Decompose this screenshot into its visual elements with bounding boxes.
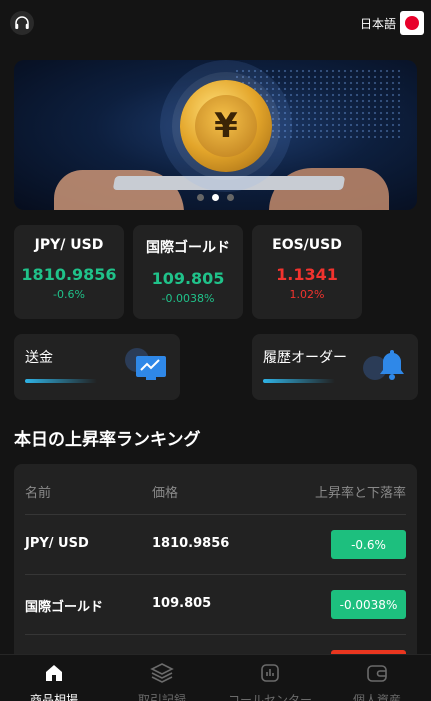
language-label: 日本語 xyxy=(359,16,396,31)
bottom-tab-bar: 商品相場 取引記録 コールセンター 個人資産 xyxy=(0,654,431,701)
ticker-card[interactable]: EOS/USD 1.1341 1.02% xyxy=(252,225,362,319)
ticker-change: -0.6% xyxy=(53,288,85,301)
tab-records[interactable]: 取引記録 xyxy=(108,661,216,701)
header-name: 名前 xyxy=(25,486,52,501)
carousel-dot[interactable] xyxy=(227,194,234,201)
ticker-change: -0.0038% xyxy=(161,292,215,305)
tab-label: 商品相場 xyxy=(29,693,78,701)
change-badge: -0.6% xyxy=(331,530,406,559)
ranking-title: 本日の上昇率ランキング xyxy=(14,430,201,450)
language-switcher[interactable]: 日本語 xyxy=(360,11,424,35)
home-icon xyxy=(46,665,62,681)
wallet-icon xyxy=(367,665,387,682)
tab-label: 取引記録 xyxy=(137,693,186,701)
send-accent-bar xyxy=(25,379,97,383)
row-price: 109.805 xyxy=(152,596,212,611)
ticker-price: 109.805 xyxy=(151,269,225,288)
ticker-price: 1810.9856 xyxy=(21,265,117,284)
history-accent-bar xyxy=(263,379,335,383)
send-button[interactable]: 送金 xyxy=(14,334,180,400)
tablet-image xyxy=(112,176,346,190)
chart-monitor-icon xyxy=(125,348,166,380)
ranking-table: 名前 価格 上昇率と下落率 JPY/ USD 1810.9856 -0.6% 国… xyxy=(14,464,417,664)
ticker-cards: JPY/ USD 1810.9856 -0.6% 国際ゴールド 109.805 … xyxy=(14,225,362,319)
layers-icon xyxy=(150,663,174,683)
bell-icon xyxy=(363,350,404,380)
japan-flag-icon xyxy=(400,11,424,35)
change-badge: -0.0038% xyxy=(331,590,406,619)
ticker-change: 1.02% xyxy=(289,288,325,301)
tab-call-center[interactable]: コールセンター xyxy=(216,661,324,701)
ticker-name: 国際ゴールド xyxy=(146,240,230,256)
top-bar: 日本語 xyxy=(0,0,431,46)
ticker-name: JPY/ USD xyxy=(34,237,104,253)
row-price: 1810.9856 xyxy=(152,536,230,551)
history-label: 履歴オーダー xyxy=(263,350,347,366)
carousel-dots xyxy=(14,194,417,201)
send-label: 送金 xyxy=(25,350,53,366)
tab-assets[interactable]: 個人資産 xyxy=(323,661,431,701)
quick-actions: 送金 履歴オーダー xyxy=(14,334,418,400)
table-row[interactable]: 国際ゴールド 109.805 -0.0038% xyxy=(25,574,406,634)
carousel-dot[interactable] xyxy=(197,194,204,201)
ticker-price: 1.1341 xyxy=(276,265,338,284)
promo-banner[interactable]: ¥ xyxy=(14,60,417,210)
bar-chart-icon xyxy=(261,664,279,682)
table-row[interactable]: JPY/ USD 1810.9856 -0.6% xyxy=(25,514,406,574)
ticker-card[interactable]: JPY/ USD 1810.9856 -0.6% xyxy=(14,225,124,319)
row-name: 国際ゴールド xyxy=(25,600,104,615)
yen-coin-icon: ¥ xyxy=(180,80,272,172)
header-change: 上昇率と下落率 xyxy=(314,486,406,501)
header-price: 価格 xyxy=(152,486,179,501)
history-order-button[interactable]: 履歴オーダー xyxy=(252,334,418,400)
ticker-card[interactable]: 国際ゴールド 109.805 -0.0038% xyxy=(133,225,243,319)
tab-label: 個人資産 xyxy=(352,693,401,701)
ticker-name: EOS/USD xyxy=(272,237,342,253)
carousel-dot-active[interactable] xyxy=(212,194,219,201)
table-header: 名前 価格 上昇率と下落率 xyxy=(25,482,406,501)
tab-label: コールセンター xyxy=(227,693,312,701)
headset-icon[interactable] xyxy=(10,11,34,35)
tab-market[interactable]: 商品相場 xyxy=(0,661,108,701)
row-name: JPY/ USD xyxy=(25,536,89,551)
